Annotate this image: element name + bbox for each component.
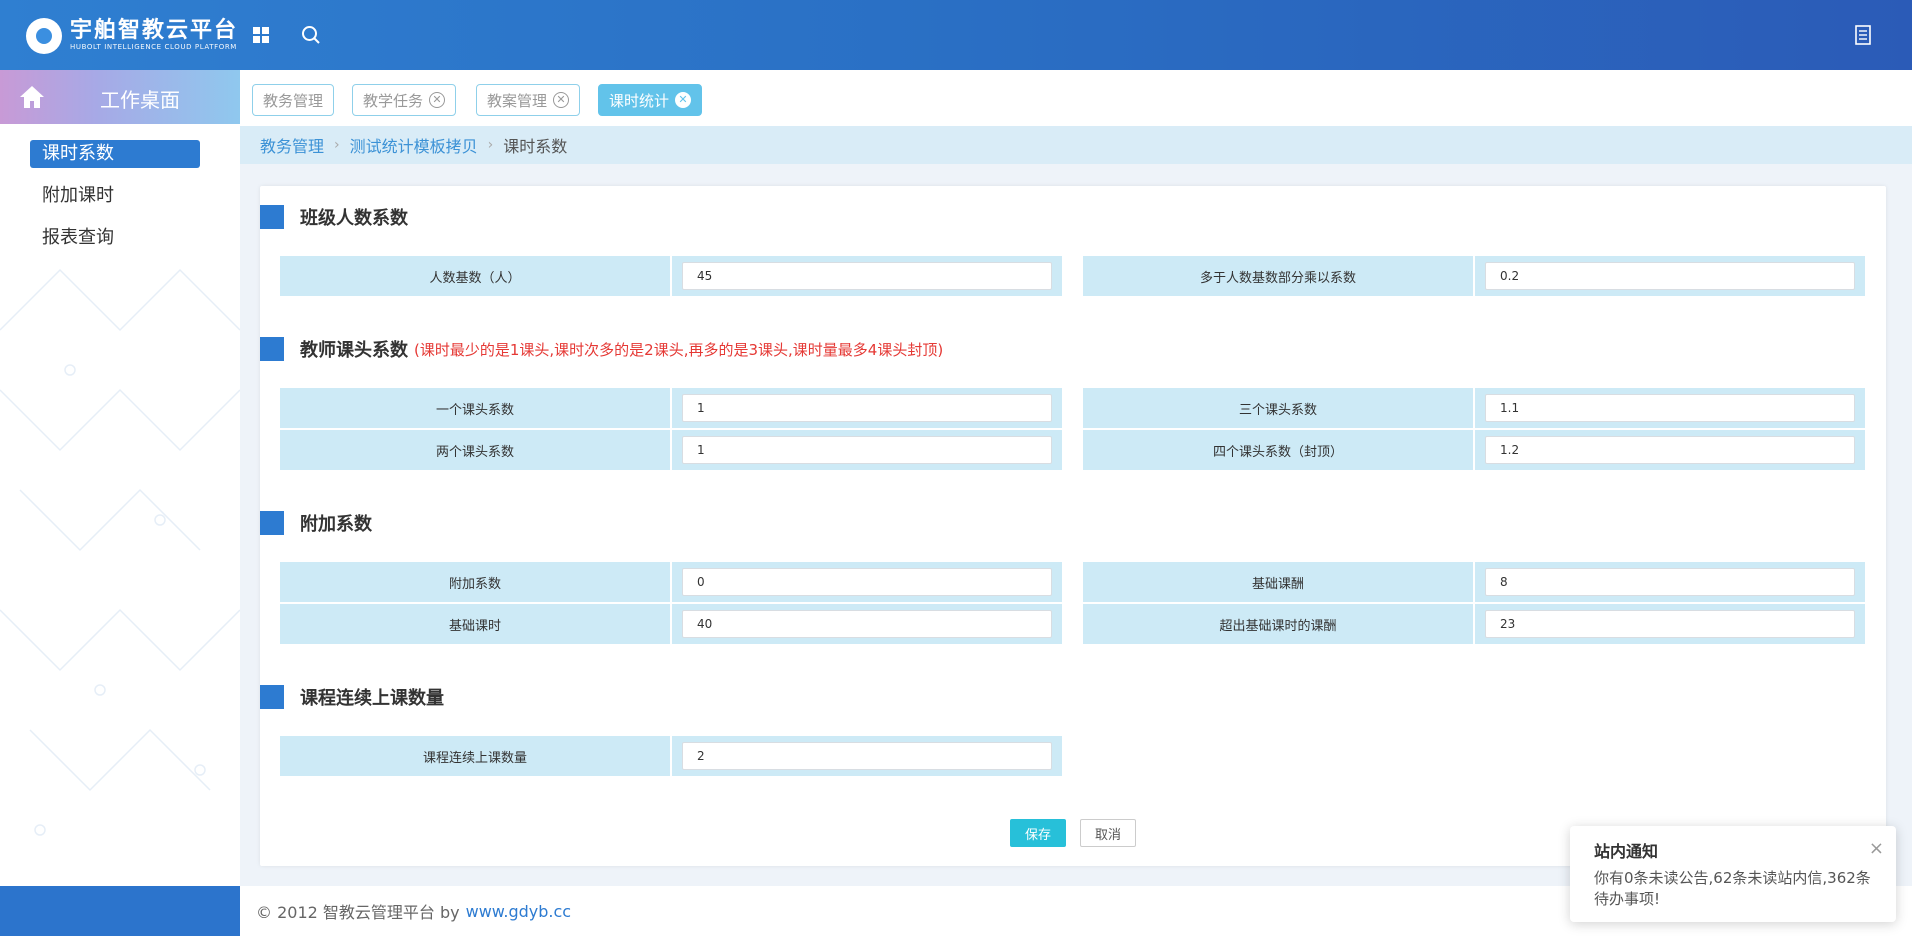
section-title: 教师课头系数 [300, 340, 408, 361]
field-label: 一个课头系数 [280, 388, 670, 428]
form-row: 基础课酬 8 [1083, 562, 1865, 602]
logo-mark-icon [26, 18, 62, 54]
breadcrumb-current: 课时系数 [503, 137, 568, 156]
sidebar: 工作桌面 课时系数 附加课时 报表查询 [0, 70, 240, 936]
footer-copyright: © 2012 智教云管理平台 by [256, 903, 460, 922]
three-course-coefficient-input[interactable]: 1.1 [1485, 394, 1855, 422]
document-icon[interactable] [1850, 22, 1876, 48]
save-button[interactable]: 保存 [1010, 819, 1066, 847]
excess-multiplier-input[interactable]: 0.2 [1485, 262, 1855, 290]
field-label: 课程连续上课数量 [280, 736, 670, 776]
notification-body: 你有0条未读公告,62条未读站内信,362条待办事项! [1594, 869, 1871, 908]
sidebar-item-report-query[interactable]: 报表查询 [30, 224, 200, 252]
close-icon[interactable]: × [1869, 838, 1884, 859]
field-label: 两个课头系数 [280, 430, 670, 470]
notification-popup: 站内通知 你有0条未读公告,62条未读站内信,362条待办事项! × [1570, 826, 1896, 922]
breadcrumb-level1[interactable]: 教务管理 [260, 133, 324, 157]
section-marker [260, 511, 284, 535]
notification-title: 站内通知 [1594, 842, 1659, 861]
home-icon [20, 86, 44, 108]
section-title: 课程连续上课数量 [300, 688, 444, 709]
field-label: 多于人数基数部分乘以系数 [1083, 256, 1473, 296]
top-header: 宇舶智教云平台 HUBOLT INTELLIGENCE CLOUD PLATFO… [0, 0, 1912, 70]
apps-grid-icon[interactable] [248, 22, 274, 48]
section-marker [260, 205, 284, 229]
home-workspace-link[interactable]: 工作桌面 [0, 70, 240, 124]
field-label: 超出基础课时的课酬 [1083, 604, 1473, 644]
excess-hours-pay-input[interactable]: 23 [1485, 610, 1855, 638]
field-label: 基础课酬 [1083, 562, 1473, 602]
two-course-coefficient-input[interactable]: 1 [682, 436, 1052, 464]
four-course-coefficient-input[interactable]: 1.2 [1485, 436, 1855, 464]
base-student-count-input[interactable]: 45 [682, 262, 1052, 290]
field-label: 附加系数 [280, 562, 670, 602]
sidebar-menu: 课时系数 附加课时 报表查询 [30, 140, 200, 266]
base-hours-input[interactable]: 40 [682, 610, 1052, 638]
section-title: 附加系数 [300, 514, 372, 535]
close-tab-icon[interactable]: ✕ [429, 92, 446, 108]
base-pay-input[interactable]: 8 [1485, 568, 1855, 596]
section-continuous-classes: 课程连续上课数量 [260, 684, 444, 710]
form-row: 超出基础课时的课酬 23 [1083, 604, 1865, 644]
tab-teaching-tasks[interactable]: 教学任务 ✕ [352, 84, 457, 116]
tab-hour-statistics[interactable]: 课时统计 ✕ [598, 84, 703, 116]
cancel-button[interactable]: 取消 [1080, 819, 1136, 847]
form-row: 四个课头系数（封顶） 1.2 [1083, 430, 1865, 470]
section-marker [260, 685, 284, 709]
tab-lesson-plans[interactable]: 教案管理 ✕ [476, 84, 581, 116]
form-row: 两个课头系数 1 [280, 430, 1062, 470]
section-marker [260, 337, 284, 361]
form-row: 三个课头系数 1.1 [1083, 388, 1865, 428]
form-row: 附加系数 0 [280, 562, 1062, 602]
breadcrumb: 教务管理 › 测试统计模板拷贝 › 课时系数 [240, 126, 1912, 164]
logo-title: 宇舶智教云平台 [70, 18, 239, 43]
form-row: 基础课时 40 [280, 604, 1062, 644]
field-label: 三个课头系数 [1083, 388, 1473, 428]
form-row: 课程连续上课数量 2 [280, 736, 1062, 776]
settings-card: 班级人数系数 人数基数（人） 45 多于人数基数部分乘以系数 0.2 教师课头系… [260, 186, 1886, 866]
form-row: 一个课头系数 1 [280, 388, 1062, 428]
close-tab-icon[interactable]: ✕ [553, 92, 570, 108]
footer-link[interactable]: www.gdyb.cc [466, 902, 572, 921]
logo-subtitle: HUBOLT INTELLIGENCE CLOUD PLATFORM [70, 43, 237, 51]
sidebar-bottom-bar [0, 886, 240, 936]
section-teacher-course: 教师课头系数 (课时最少的是1课头,课时次多的是2课头,再多的是3课头,课时量最… [260, 336, 943, 362]
chevron-right-icon: › [487, 137, 494, 153]
continuous-classes-input[interactable]: 2 [682, 742, 1052, 770]
section-note: (课时最少的是1课头,课时次多的是2课头,再多的是3课头,课时量最多4课头封顶) [414, 340, 944, 359]
extra-coefficient-input[interactable]: 0 [682, 568, 1052, 596]
form-row: 人数基数（人） 45 [280, 256, 1062, 296]
form-row: 多于人数基数部分乘以系数 0.2 [1083, 256, 1865, 296]
section-extra-coefficient: 附加系数 [260, 510, 372, 536]
breadcrumb-level2[interactable]: 测试统计模板拷贝 [350, 133, 478, 157]
search-icon[interactable] [298, 22, 324, 48]
field-label: 四个课头系数（封顶） [1083, 430, 1473, 470]
field-label: 基础课时 [280, 604, 670, 644]
section-class-size: 班级人数系数 [260, 204, 408, 230]
tab-academic-affairs[interactable]: 教务管理 [252, 84, 335, 116]
chevron-right-icon: › [334, 137, 340, 153]
logo: 宇舶智教云平台 HUBOLT INTELLIGENCE CLOUD PLATFO… [26, 18, 238, 54]
tab-bar: 教务管理 教学任务 ✕ 教案管理 ✕ 课时统计 ✕ [240, 70, 1912, 126]
sidebar-item-extra-hours[interactable]: 附加课时 [30, 182, 200, 210]
field-label: 人数基数（人） [280, 256, 670, 296]
close-tab-icon[interactable]: ✕ [675, 92, 692, 108]
sidebar-item-course-coefficient[interactable]: 课时系数 [30, 140, 200, 168]
home-label: 工作桌面 [100, 88, 180, 112]
one-course-coefficient-input[interactable]: 1 [682, 394, 1052, 422]
section-title: 班级人数系数 [300, 208, 408, 229]
